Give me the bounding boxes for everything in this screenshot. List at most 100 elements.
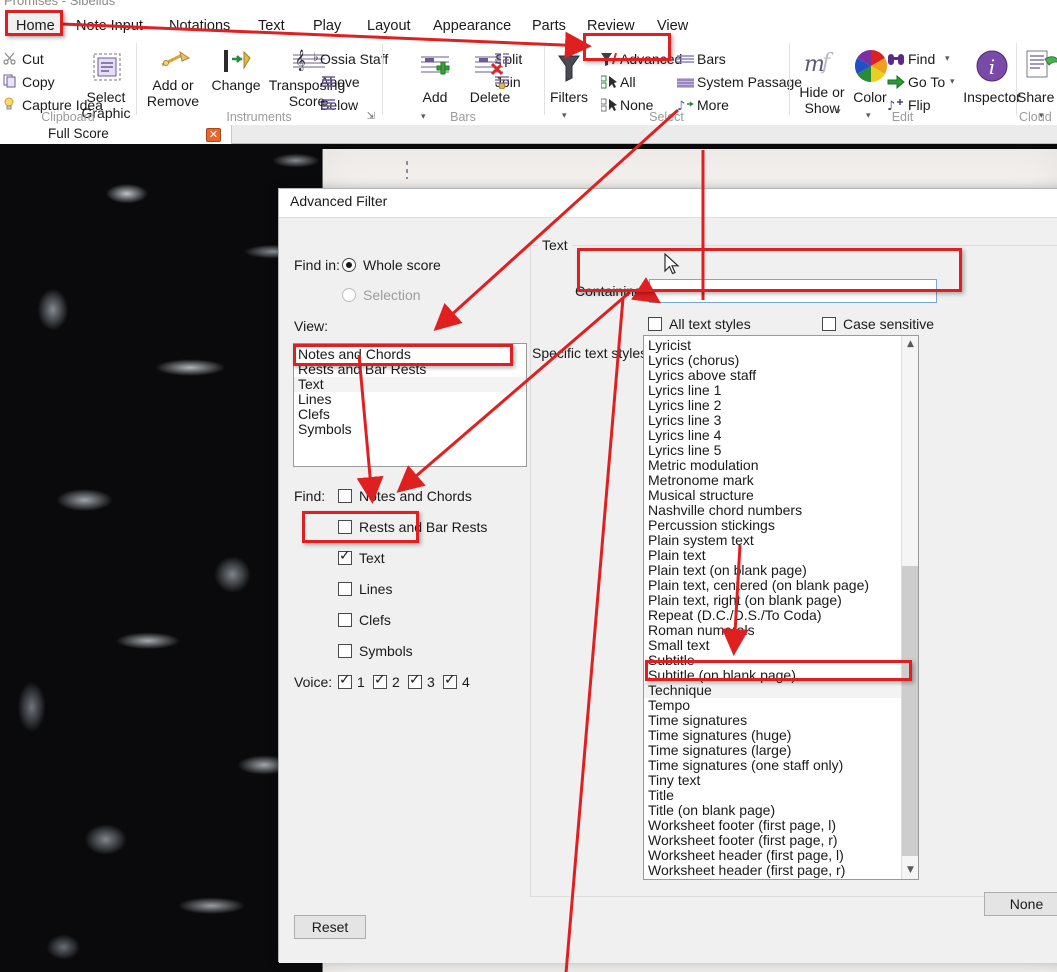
view-item-rests-and-bar-rests[interactable]: Rests and Bar Rests xyxy=(294,362,526,377)
text-style-item[interactable]: Time signatures xyxy=(644,713,902,728)
view-item-notes-and-chords[interactable]: Notes and Chords xyxy=(294,347,526,362)
filters-button[interactable]: Filters xyxy=(545,89,593,105)
text-style-item[interactable]: Small text xyxy=(644,638,902,653)
add-or-remove-label: Add or Remove xyxy=(146,77,200,109)
text-style-item[interactable]: Title xyxy=(644,788,902,803)
ribbon-tab-home[interactable]: Home xyxy=(6,15,65,37)
view-listbox[interactable]: Notes and Chords Rests and Bar Rests Tex… xyxy=(293,343,527,467)
text-style-item[interactable]: Metric modulation xyxy=(644,458,902,473)
text-style-item[interactable]: Worksheet footer (first page, r) xyxy=(644,833,902,848)
ribbon-group-instruments: Add or Remove Change Transposing Score 𝄞 ♭ xyxy=(137,39,388,125)
checkbox-voice-2[interactable] xyxy=(373,672,387,689)
text-style-item[interactable]: Plain text xyxy=(644,548,902,563)
checkbox-symbols[interactable] xyxy=(338,644,352,658)
text-style-item[interactable]: Lyrics above staff xyxy=(644,368,902,383)
text-style-item[interactable]: Lyricist xyxy=(644,338,902,353)
cut-button[interactable]: Cut xyxy=(22,51,44,67)
ribbon-tab-text[interactable]: Text xyxy=(248,15,295,37)
view-item-symbols[interactable]: Symbols xyxy=(294,422,526,437)
ribbon-tab-note-input[interactable]: Note Input xyxy=(66,15,153,37)
checkbox-voice-1[interactable] xyxy=(338,672,352,689)
view-item-lines[interactable]: Lines xyxy=(294,392,526,407)
scrollbar-thumb[interactable] xyxy=(902,566,918,856)
checkbox-lines[interactable] xyxy=(338,582,352,596)
copy-icon xyxy=(2,73,18,94)
checkbox-voice-3[interactable] xyxy=(408,672,422,689)
text-style-item[interactable]: Lyrics line 3 xyxy=(644,413,902,428)
close-icon[interactable]: ✕ xyxy=(206,128,221,142)
styles-scrollbar[interactable]: ▲ ▼ xyxy=(901,336,918,879)
text-style-item[interactable]: Lyrics (chorus) xyxy=(644,353,902,368)
text-style-item[interactable]: Lyrics line 1 xyxy=(644,383,902,398)
ribbon-tab-play[interactable]: Play xyxy=(303,15,351,37)
select-all-button[interactable]: All xyxy=(620,74,636,90)
text-style-item[interactable]: Percussion stickings xyxy=(644,518,902,533)
checkbox-notes-and-chords[interactable] xyxy=(338,489,352,503)
view-item-text[interactable]: Text xyxy=(294,377,526,392)
go-to-button[interactable]: Go To xyxy=(908,74,945,90)
text-style-item[interactable]: Subtitle xyxy=(644,653,902,668)
text-style-item[interactable]: Roman numerals xyxy=(644,623,902,638)
text-style-item[interactable]: Lyrics line 5 xyxy=(644,443,902,458)
ossia-staff-button[interactable]: Ossia Staff xyxy=(320,51,388,67)
text-style-item[interactable]: Repeat (D.C./D.S./To Coda) xyxy=(644,608,902,623)
text-style-item[interactable]: Nashville chord numbers xyxy=(644,503,902,518)
text-style-item[interactable]: Plain text (on blank page) xyxy=(644,563,902,578)
checkbox-case-sensitive[interactable] xyxy=(822,317,836,331)
text-style-item[interactable]: Time signatures (one staff only) xyxy=(644,758,902,773)
text-style-item[interactable]: Worksheet header (first page, l) xyxy=(644,848,902,863)
ribbon-tab-appearance[interactable]: Appearance xyxy=(423,15,521,37)
text-style-item[interactable]: Lyrics line 2 xyxy=(644,398,902,413)
ribbon-tab-notations[interactable]: Notations xyxy=(159,15,240,37)
text-style-item[interactable]: Lyrics line 4 xyxy=(644,428,902,443)
copy-button[interactable]: Copy xyxy=(22,74,55,90)
checkbox-clefs[interactable] xyxy=(338,613,352,627)
inspector-button[interactable]: Inspector xyxy=(960,89,1024,105)
specific-text-styles-listbox[interactable]: Lyricist Lyrics (chorus) Lyrics above staf… xyxy=(643,335,919,880)
select-bars-button[interactable]: Bars xyxy=(697,51,726,67)
text-style-item[interactable]: Plain text, right (on blank page) xyxy=(644,593,902,608)
checkbox-all-text-styles[interactable] xyxy=(648,317,662,331)
find-button[interactable]: Find xyxy=(908,51,935,67)
ribbon-tab-layout[interactable]: Layout xyxy=(357,15,421,37)
system-passage-button[interactable]: System Passage xyxy=(697,74,802,90)
text-style-item[interactable]: Technique xyxy=(644,683,902,698)
checkbox-rests-and-bar-rests[interactable] xyxy=(338,520,352,534)
containing-input[interactable] xyxy=(649,279,937,303)
scroll-up-icon[interactable]: ▲ xyxy=(902,336,918,353)
color-button[interactable]: Color xyxy=(848,89,892,105)
reset-button[interactable]: Reset xyxy=(294,915,366,939)
text-style-item[interactable]: Time signatures (huge) xyxy=(644,728,902,743)
radio-whole-score[interactable] xyxy=(342,258,356,272)
checkbox-text[interactable] xyxy=(338,548,352,565)
text-style-item[interactable]: Tempo xyxy=(644,698,902,713)
text-style-item[interactable]: Worksheet header (first page, r) xyxy=(644,863,902,878)
view-item-clefs[interactable]: Clefs xyxy=(294,407,526,422)
add-or-remove-button[interactable]: Add or Remove xyxy=(138,77,208,109)
text-style-item[interactable]: Worksheet footer (first page, l) xyxy=(644,818,902,833)
advanced-filter-icon xyxy=(600,51,618,72)
ribbon-tab-view[interactable]: View xyxy=(647,15,698,37)
text-style-item[interactable]: Metronome mark xyxy=(644,473,902,488)
share-button[interactable]: Share xyxy=(1017,89,1057,105)
text-style-item[interactable]: Time signatures (large) xyxy=(644,743,902,758)
text-style-item[interactable]: Subtitle (on blank page) xyxy=(644,668,902,683)
none-button[interactable]: None xyxy=(984,892,1057,916)
text-style-item[interactable]: Plain text, centered (on blank page) xyxy=(644,578,902,593)
ribbon-tab-parts[interactable]: Parts xyxy=(522,15,576,37)
text-style-item[interactable]: Musical structure xyxy=(644,488,902,503)
text-style-item[interactable]: Plain system text xyxy=(644,533,902,548)
checkbox-voice-4[interactable] xyxy=(443,672,457,689)
text-style-item[interactable]: Title (on blank page) xyxy=(644,803,902,818)
text-style-item[interactable]: Tiny text xyxy=(644,773,902,788)
scroll-down-icon[interactable]: ▼ xyxy=(902,862,918,879)
find-label: Find: xyxy=(294,488,326,504)
advanced-filter-dialog[interactable]: Advanced Filter Find in: Whole score Sel… xyxy=(278,188,1057,963)
score-tab-full-score[interactable]: Full Score ✕ xyxy=(0,125,232,144)
go-to-dropdown-icon[interactable]: ▾ xyxy=(950,76,955,87)
advanced-filter-button[interactable]: Advanced xyxy=(620,51,682,67)
radio-selection[interactable] xyxy=(342,288,356,302)
find-dropdown-icon[interactable]: ▾ xyxy=(945,53,950,64)
add-bar-button[interactable]: Add xyxy=(415,89,455,105)
ribbon-tab-review[interactable]: Review xyxy=(577,15,645,37)
